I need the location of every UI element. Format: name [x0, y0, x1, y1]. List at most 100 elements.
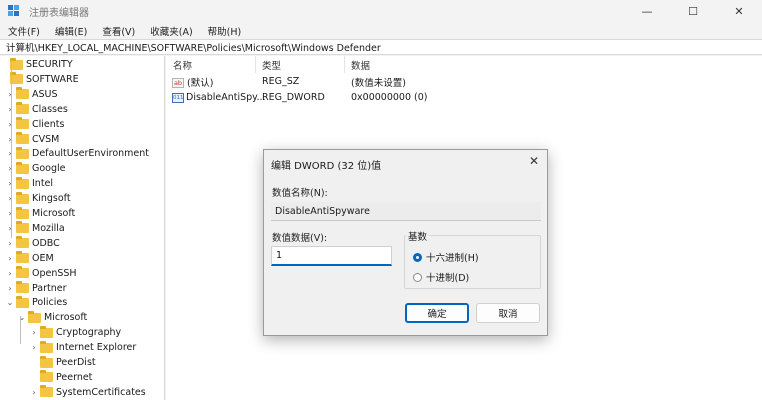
- chevron-right-icon[interactable]: ›: [6, 135, 14, 144]
- chevron-right-icon[interactable]: ›: [6, 224, 14, 233]
- value-data: (数值未设置): [351, 77, 406, 89]
- folder-icon: [16, 236, 29, 249]
- value-data: 0x00000000 (0): [351, 92, 428, 103]
- folder-icon: [16, 281, 29, 293]
- radio-decimal[interactable]: 十进制(D): [413, 270, 469, 284]
- chevron-right-icon[interactable]: ›: [6, 254, 14, 263]
- chevron-right-icon[interactable]: ›: [6, 90, 14, 99]
- menu-help[interactable]: 帮助(H): [200, 24, 249, 38]
- value-name-field: DisableAntiSpyware: [271, 202, 541, 221]
- chevron-right-icon[interactable]: ›: [6, 269, 14, 278]
- chevron-right-icon[interactable]: ›: [30, 388, 38, 397]
- tree-item-label: Google: [32, 163, 66, 175]
- folder-icon: [16, 146, 29, 159]
- ok-button[interactable]: 确定: [405, 303, 469, 323]
- folder-icon: [16, 87, 29, 100]
- chevron-right-icon[interactable]: ›: [6, 194, 14, 203]
- chevron-right-icon[interactable]: ›: [6, 149, 14, 158]
- tree-item[interactable]: › Partner: [6, 281, 67, 296]
- string-value-icon: ab: [172, 78, 184, 88]
- folder-icon: [40, 370, 53, 383]
- tree-guide-line: [11, 60, 12, 238]
- maximize-button[interactable]: ☐: [670, 0, 716, 22]
- window-title: 注册表编辑器: [29, 7, 89, 19]
- tree-item-label: Internet Explorer: [56, 342, 137, 354]
- tree-item[interactable]: › OEM: [6, 251, 54, 266]
- folder-icon: [40, 355, 53, 368]
- menu-bar: 文件(F) 编辑(E) 查看(V) 收藏夹(A) 帮助(H): [0, 22, 762, 39]
- tree-item[interactable]: ⌄ Microsoft: [18, 310, 87, 325]
- chevron-right-icon[interactable]: ›: [6, 284, 14, 293]
- tree-item[interactable]: › Cryptography: [30, 325, 121, 340]
- folder-icon: [16, 251, 29, 264]
- menu-edit[interactable]: 编辑(E): [47, 24, 94, 38]
- cancel-button[interactable]: 取消: [476, 303, 540, 323]
- tree-item-label: SECURITY: [26, 59, 73, 70]
- folder-icon: [16, 176, 29, 189]
- radio-hexadecimal[interactable]: 十六进制(H): [413, 250, 479, 264]
- chevron-right-icon[interactable]: ›: [6, 105, 14, 114]
- chevron-right-icon[interactable]: ›: [30, 343, 38, 352]
- tree-item[interactable]: › Mozilla: [6, 221, 65, 236]
- menu-favorites[interactable]: 收藏夹(A): [142, 24, 199, 38]
- value-data-label: 数值数据(V):: [272, 233, 328, 244]
- tree-item[interactable]: › Kingsoft: [6, 191, 71, 206]
- tree-item-label: ASUS: [32, 88, 58, 100]
- folder-icon: [16, 266, 29, 279]
- tree-item-label: SystemCertificates: [56, 386, 146, 398]
- tree-item[interactable]: › OpenSSH: [6, 266, 77, 281]
- folder-icon: [40, 340, 53, 353]
- chevron-right-icon[interactable]: ›: [30, 328, 38, 337]
- tree-item-label: Mozilla: [32, 222, 65, 234]
- value-row[interactable]: ab (默认) REG_SZ (数值未设置): [166, 74, 762, 89]
- minimize-button[interactable]: —: [624, 0, 670, 22]
- tree-item-label: Classes: [32, 103, 68, 115]
- registry-tree[interactable]: SECURITY SOFTWARE › ASUS › Classes › Clients › CV…: [0, 56, 165, 400]
- tree-item[interactable]: PeerDist: [30, 355, 96, 370]
- tree-item[interactable]: › ODBC: [6, 236, 60, 251]
- value-name-text: DisableAntiSpyware: [275, 205, 370, 217]
- tree-item[interactable]: › Internet Explorer: [30, 340, 136, 355]
- tree-item-label: Clients: [32, 118, 65, 130]
- folder-icon: [40, 385, 53, 398]
- value-row[interactable]: 011 DisableAntiSpy... REG_DWORD 0x0000000…: [166, 90, 762, 105]
- folder-icon: [28, 310, 41, 323]
- tree-item[interactable]: › Microsoft: [6, 206, 75, 221]
- chevron-right-icon[interactable]: ›: [6, 209, 14, 218]
- tree-item[interactable]: › SystemCertificates: [30, 385, 146, 400]
- tree-item[interactable]: › Intel: [6, 176, 53, 191]
- column-header-name[interactable]: 名称: [173, 58, 192, 72]
- edit-dword-dialog: 编辑 DWORD (32 位)值 ✕ 数值名称(N): DisableAntiS…: [263, 149, 548, 336]
- folder-icon: [16, 295, 29, 308]
- tree-item[interactable]: Peernet: [30, 370, 92, 385]
- folder-icon: [16, 132, 29, 144]
- tree-item[interactable]: › CVSM: [6, 132, 59, 147]
- address-bar[interactable]: 计算机\HKEY_LOCAL_MACHINE\SOFTWARE\Policies…: [0, 39, 762, 55]
- chevron-right-icon[interactable]: ›: [6, 164, 14, 173]
- tree-item-label: Partner: [32, 282, 67, 294]
- tree-item-label: ODBC: [32, 237, 60, 249]
- chevron-down-icon[interactable]: ⌄: [6, 298, 14, 307]
- column-header-type[interactable]: 类型: [262, 58, 281, 72]
- column-header-data[interactable]: 数据: [351, 58, 370, 72]
- value-type: REG_DWORD: [262, 92, 325, 103]
- tree-item[interactable]: › DefaultUserEnvironment: [6, 146, 149, 161]
- chevron-right-icon[interactable]: ›: [6, 120, 14, 129]
- tree-item[interactable]: › Classes: [6, 102, 68, 117]
- tree-item[interactable]: ⌄ Policies: [6, 295, 67, 310]
- dialog-close-button[interactable]: ✕: [527, 154, 541, 168]
- chevron-right-icon[interactable]: ›: [6, 179, 14, 188]
- tree-item-label: Kingsoft: [32, 193, 71, 205]
- tree-item[interactable]: › Google: [6, 161, 66, 176]
- menu-view[interactable]: 查看(V): [94, 24, 142, 38]
- folder-icon: [16, 206, 29, 219]
- chevron-right-icon[interactable]: ›: [6, 239, 14, 248]
- folder-icon: [40, 325, 53, 338]
- tree-item-label: DefaultUserEnvironment: [32, 148, 150, 160]
- value-name-label: 数值名称(N):: [272, 188, 328, 199]
- tree-item[interactable]: › ASUS: [6, 87, 58, 102]
- value-data-input[interactable]: [271, 246, 392, 266]
- tree-item[interactable]: › Clients: [6, 117, 64, 132]
- menu-file[interactable]: 文件(F): [0, 24, 47, 38]
- close-window-button[interactable]: ✕: [716, 0, 762, 22]
